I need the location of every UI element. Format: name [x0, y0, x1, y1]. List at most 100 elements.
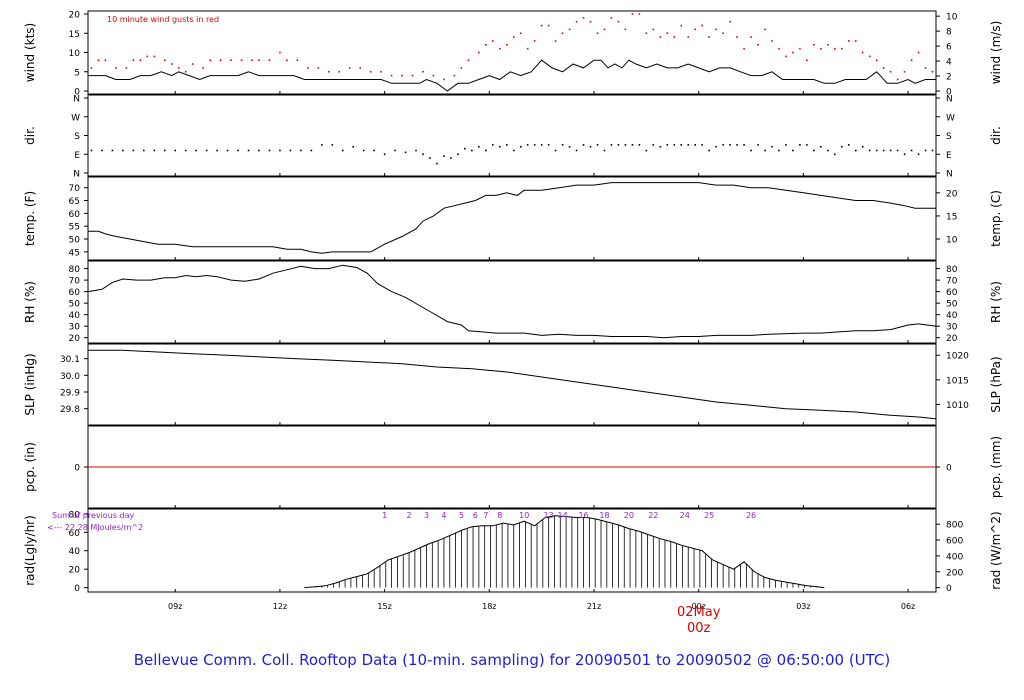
slp-left-tick-label: 30.0 — [60, 372, 80, 382]
dir-data-point — [237, 149, 239, 152]
wind-data-point — [104, 59, 107, 61]
dir-data-point — [184, 149, 187, 152]
temp-left-axis-title: temp. (F) — [23, 191, 37, 246]
wind-data-point — [778, 47, 780, 50]
wind-data-point — [680, 24, 683, 27]
slp-right-axis-title: SLP (hPa) — [989, 356, 1003, 412]
slp-series-line — [88, 349, 937, 420]
dir-data-point — [526, 144, 529, 146]
wind-data-point — [338, 70, 341, 73]
pcp-left-axis-title: pcp. (in) — [23, 442, 37, 492]
dir-data-point — [205, 149, 208, 152]
dir-data-point — [792, 149, 794, 152]
slp-left-tick-label: 29.8 — [60, 405, 80, 415]
wind-data-point — [631, 13, 634, 15]
dir-data-point — [701, 144, 703, 146]
wind-left-tick-label: 5 — [74, 68, 80, 78]
slp-left-tick-label: 30.1 — [60, 355, 80, 365]
weather-station-figure: 051015200246810wind (kts) wind (m/s)10 mi… — [23, 10, 1003, 636]
dir-data-point — [404, 151, 407, 154]
wind-data-point — [268, 59, 271, 61]
wind-data-point — [861, 51, 864, 54]
rad-hour-label: 2 — [407, 511, 412, 520]
x-tick-label: 06z — [901, 602, 915, 611]
dir-data-point — [561, 144, 564, 146]
wind-data-point — [889, 70, 892, 73]
dir-data-point — [321, 144, 323, 146]
wind-right-tick-label: 4 — [946, 58, 952, 68]
wind-data-point — [97, 59, 100, 61]
wind-data-point — [596, 32, 599, 35]
wind-data-point — [610, 17, 613, 19]
rh-left-tick-label: 40 — [69, 311, 81, 321]
dir-data-point — [352, 145, 355, 148]
dir-right-tick-label: N — [946, 95, 953, 105]
rad-hour-label: 4 — [441, 511, 446, 520]
wind-data-point — [327, 70, 330, 73]
rad-hour-label: 18 — [599, 511, 609, 520]
dir-data-point — [341, 149, 344, 152]
rh-panel: 2030405060708020304050607080RH (%) RH (%) — [23, 260, 1003, 344]
dir-data-point — [624, 144, 627, 146]
wind-data-point — [286, 59, 288, 61]
wind-data-point — [296, 59, 299, 61]
wind-data-point — [390, 74, 393, 77]
wind-data-point — [568, 28, 571, 31]
wind-data-point — [833, 47, 836, 50]
dir-data-point — [122, 149, 124, 152]
wind-data-point — [258, 59, 260, 61]
dir-right-tick-label: W — [946, 113, 955, 123]
wind-data-point — [813, 44, 815, 46]
wind-panel: 051015200246810wind (kts) wind (m/s)10 mi… — [23, 10, 1003, 98]
wind-data-point — [659, 36, 662, 38]
wind-data-point — [554, 40, 557, 42]
wind-data-point — [722, 32, 724, 35]
wind-left-axis-title: wind (kts) — [23, 23, 37, 82]
rad-right-tick-label: 800 — [946, 521, 963, 531]
dir-data-point — [478, 145, 480, 148]
dir-data-point — [903, 153, 906, 156]
dir-data-point — [300, 149, 302, 152]
wind-data-point — [317, 67, 320, 69]
dir-data-point — [799, 144, 801, 146]
rad-hour-label: 5 — [459, 511, 464, 520]
dir-data-point — [896, 149, 899, 152]
rh-left-tick-label: 20 — [69, 334, 81, 344]
dir-left-axis-title: dir. — [23, 126, 37, 145]
dir-right-axis-title: dir. — [989, 126, 1003, 145]
dir-data-point — [331, 144, 334, 146]
dir-data-point — [464, 147, 466, 150]
wind-right-tick-label: 2 — [946, 73, 952, 83]
dir-data-point — [582, 144, 585, 146]
dir-data-point — [226, 149, 229, 152]
rad-hour-label: 6 — [473, 511, 478, 520]
temp-right-tick-label: 20 — [946, 189, 958, 199]
wind-data-point — [917, 51, 920, 54]
wind-data-point — [896, 78, 899, 81]
wind-right-tick-label: 8 — [946, 28, 952, 38]
slp-right-tick-label: 1020 — [946, 352, 969, 362]
wind-data-point — [847, 40, 850, 42]
wind-data-point — [519, 32, 522, 35]
rad-hour-label: 7 — [483, 511, 488, 520]
dir-data-point — [554, 149, 557, 152]
dir-data-point — [575, 149, 578, 152]
wind-right-tick-label: 10 — [946, 13, 958, 23]
wind-data-point — [736, 36, 738, 38]
wind-data-point — [792, 51, 794, 54]
wind-data-point — [757, 44, 759, 46]
wind-data-point — [547, 24, 550, 27]
dir-data-point — [216, 149, 218, 152]
wind-right-tick-label: 6 — [946, 43, 952, 53]
dir-data-point — [736, 144, 738, 146]
rh-right-tick-label: 60 — [946, 288, 958, 298]
rad-hour-label: 25 — [704, 511, 714, 520]
dir-data-point — [889, 149, 892, 152]
wind-data-point — [146, 55, 149, 58]
wind-data-point — [163, 59, 166, 61]
dir-data-point — [652, 144, 655, 146]
wind-left-tick-label: 20 — [69, 11, 81, 21]
rh-left-axis-title: RH (%) — [23, 281, 37, 323]
dir-data-point — [505, 144, 508, 146]
rad-hour-label: 26 — [746, 511, 756, 520]
